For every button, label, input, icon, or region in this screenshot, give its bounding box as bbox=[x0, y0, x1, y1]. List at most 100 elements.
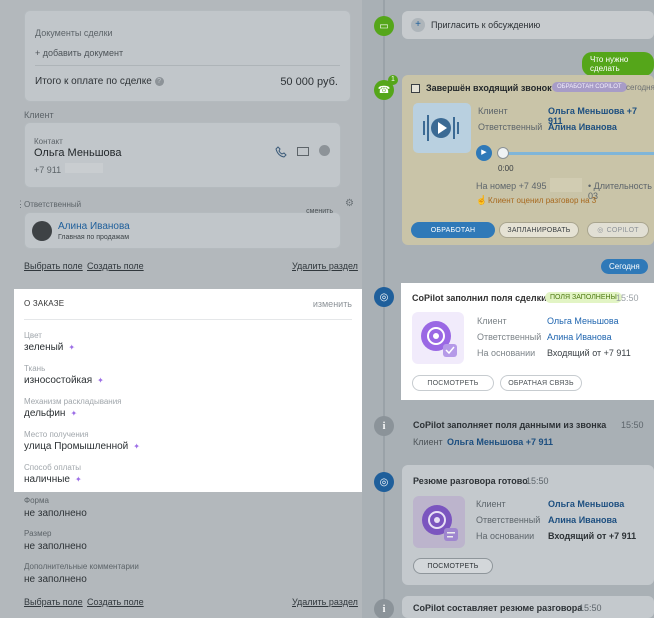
summary-responsible-label: Ответственный bbox=[476, 515, 541, 525]
summary-card: Резюме разговора готово 15:50 Клиент Оль… bbox=[402, 465, 654, 585]
copilot-filled-time: 15:50 bbox=[616, 293, 639, 303]
filling-event: CoPilot заполняет поля данными из звонка… bbox=[413, 420, 654, 450]
help-icon[interactable]: ? bbox=[154, 76, 164, 86]
summary-responsible-value[interactable]: Алина Иванова bbox=[548, 515, 617, 525]
create-field-link[interactable]: Создать поле bbox=[87, 261, 144, 271]
copilot-processed-badge: ОБРАБОТАН COPILOT bbox=[552, 82, 627, 92]
contact-label: Контакт bbox=[34, 137, 63, 146]
field-label-color: Цвет bbox=[24, 331, 42, 340]
field-label-fabric: Ткань bbox=[24, 364, 46, 373]
view-button[interactable]: ПОСМОТРЕТЬ bbox=[412, 375, 494, 391]
add-user-icon: + bbox=[411, 18, 425, 32]
field-value-shape[interactable]: не заполнено bbox=[24, 508, 87, 519]
copilot-icon: ◎ bbox=[374, 287, 394, 307]
copilot-sparkle-icon: ✦ bbox=[68, 343, 76, 352]
todo-pill[interactable]: Что нужно сделать bbox=[582, 52, 654, 76]
cp-source-label: На основании bbox=[477, 348, 536, 358]
phone-call-icon[interactable] bbox=[275, 145, 287, 158]
field-label-payment: Способ оплаты bbox=[24, 463, 82, 472]
copilot-filled-card: CoPilot заполнил поля сделки ПОЛЯ ЗАПОЛН… bbox=[401, 283, 654, 400]
chat-icon[interactable] bbox=[319, 145, 330, 156]
summary-view-button[interactable]: ПОСМОТРЕТЬ bbox=[413, 558, 493, 574]
filling-client-label: Клиент bbox=[413, 437, 443, 447]
field-label-mechanism: Механизм раскладывания bbox=[24, 397, 122, 406]
create-field-link-2[interactable]: Создать поле bbox=[87, 597, 144, 607]
schedule-button[interactable]: ЗАПЛАНИРОВАТЬ bbox=[499, 222, 579, 238]
call-time: сегодня bbox=[626, 83, 654, 92]
invite-card[interactable]: + Пригласить к обсуждению bbox=[402, 11, 654, 39]
copilot-button[interactable]: ◎ COPILOT bbox=[587, 222, 649, 238]
call-title: Завершён входящий звонок bbox=[426, 83, 552, 93]
copilot-summary-icon bbox=[413, 496, 465, 548]
divider bbox=[24, 319, 352, 320]
delete-section-link-2[interactable]: Удалить раздел bbox=[292, 597, 358, 607]
filling-title: CoPilot заполняет поля данными из звонка bbox=[413, 420, 607, 430]
field-value-mechanism[interactable]: дельфин ✦ bbox=[24, 408, 77, 419]
field-label-shape: Форма bbox=[24, 496, 49, 505]
filling-time: 15:50 bbox=[621, 420, 644, 430]
field-value-fabric[interactable]: износостойкая ✦ bbox=[24, 375, 104, 386]
field-value-payment[interactable]: наличные ✦ bbox=[24, 474, 82, 485]
notification-badge: 1 bbox=[388, 75, 398, 85]
field-value-size[interactable]: не заполнено bbox=[24, 541, 87, 552]
field-label-pickup: Место получения bbox=[24, 430, 89, 439]
copilot-sparkle-icon: ✦ bbox=[70, 409, 78, 418]
copilot-sparkle-icon: ✦ bbox=[97, 376, 104, 385]
avatar bbox=[32, 221, 52, 241]
call-duration: • Длительность 03 bbox=[588, 181, 652, 201]
total-label: Итого к оплате по сделке ? bbox=[35, 76, 164, 87]
responsible-role: Главная по продажам bbox=[58, 234, 130, 241]
field-label-comments: Дополнительные комментарии bbox=[24, 562, 139, 571]
audio-progress-thumb[interactable] bbox=[497, 147, 509, 159]
delete-section-link[interactable]: Удалить раздел bbox=[292, 261, 358, 271]
call-client-label: Клиент bbox=[478, 106, 508, 116]
call-rating: Клиент оценил разговор на 3 bbox=[488, 196, 597, 205]
cp-responsible-value[interactable]: Алина Иванова bbox=[547, 332, 612, 342]
feedback-button[interactable]: ОБРАТНАЯ СВЯЗЬ bbox=[500, 375, 582, 391]
documents-label: Документы сделки bbox=[35, 28, 113, 38]
audio-waveform-icon bbox=[413, 103, 471, 153]
add-document-link[interactable]: + добавить документ bbox=[35, 48, 123, 58]
choose-field-link-2[interactable]: Выбрать поле bbox=[24, 597, 83, 607]
copilot-filled-title: CoPilot заполнил поля сделки bbox=[412, 293, 547, 303]
filling-client-value[interactable]: Ольга Меньшова +7 911 bbox=[447, 437, 553, 447]
choose-field-link[interactable]: Выбрать поле bbox=[24, 261, 83, 271]
done-checkbox[interactable] bbox=[411, 84, 420, 93]
cp-responsible-label: Ответственный bbox=[477, 332, 542, 342]
summary-client-value[interactable]: Ольга Меньшова bbox=[548, 499, 624, 509]
contact-phone[interactable]: +7 911 bbox=[34, 165, 61, 175]
copilot-sparkle-icon: ✦ bbox=[133, 442, 140, 451]
summary-source-label: На основании bbox=[476, 531, 535, 541]
copilot-logo-icon bbox=[412, 312, 464, 364]
contact-name[interactable]: Ольга Меньшова bbox=[34, 147, 122, 159]
today-pill: Сегодня bbox=[601, 259, 648, 274]
change-responsible-link[interactable]: сменить bbox=[306, 208, 333, 215]
field-value-color[interactable]: зеленый ✦ bbox=[24, 342, 75, 353]
audio-progress-track[interactable] bbox=[498, 152, 654, 155]
copilot-icon: ◎ bbox=[374, 472, 394, 492]
cp-client-value[interactable]: Ольга Меньшова bbox=[547, 316, 619, 326]
info-icon: i bbox=[374, 599, 394, 618]
cp-source-value[interactable]: Входящий от +7 911 bbox=[547, 348, 631, 358]
processed-button[interactable]: ОБРАБОТАН bbox=[411, 222, 495, 238]
play-button[interactable]: ▶ bbox=[476, 145, 492, 161]
total-value: 50 000 руб. bbox=[280, 76, 338, 88]
thumbs-up-icon: ☝ bbox=[476, 195, 488, 205]
invite-label[interactable]: Пригласить к обсуждению bbox=[431, 20, 540, 30]
responsible-name[interactable]: Алина Иванова bbox=[58, 221, 130, 232]
number-mask bbox=[550, 178, 582, 192]
summary-client-label: Клиент bbox=[476, 499, 506, 509]
settings-gear-icon[interactable]: ⚙ bbox=[345, 198, 354, 209]
mail-icon[interactable] bbox=[297, 147, 309, 156]
order-edit-link[interactable]: изменить bbox=[313, 299, 352, 309]
field-value-comments[interactable]: не заполнено bbox=[24, 574, 87, 585]
field-value-pickup[interactable]: улица Промышленной ✦ bbox=[24, 441, 140, 452]
composing-time: 15:50 bbox=[579, 603, 602, 613]
call-responsible-label: Ответственный bbox=[478, 122, 543, 132]
deal-summary-card: Документы сделки + добавить документ Ито… bbox=[24, 10, 351, 102]
responsible-card[interactable]: Алина Иванова Главная по продажам сменит… bbox=[24, 208, 341, 249]
summary-source-value[interactable]: Входящий от +7 911 bbox=[548, 531, 636, 541]
contact-card[interactable]: Контакт Ольга Меньшова +7 911 bbox=[24, 122, 341, 188]
info-icon: i bbox=[374, 416, 394, 436]
call-responsible-value[interactable]: Алина Иванова bbox=[548, 122, 617, 132]
